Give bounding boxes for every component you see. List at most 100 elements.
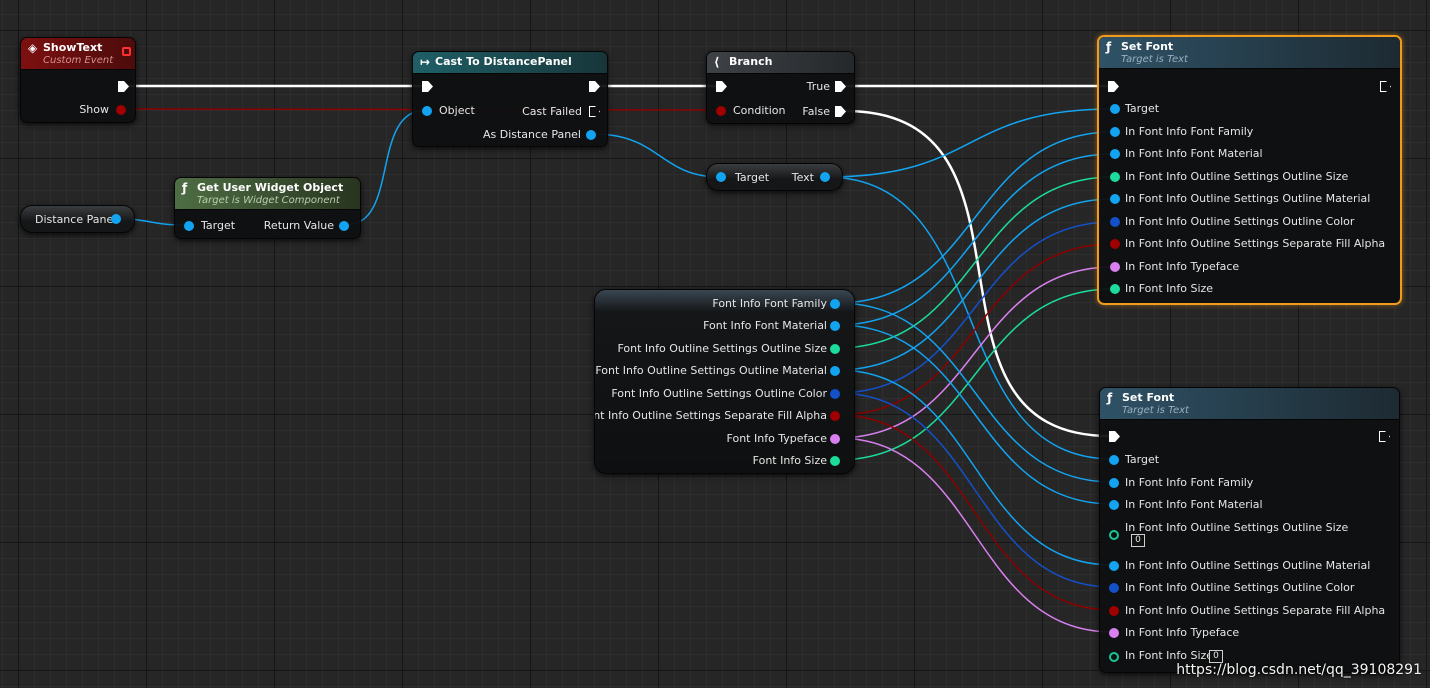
- wire-fill-alpha-1: [836, 243, 1114, 416]
- set-font-2-family-pin[interactable]: [1109, 478, 1119, 488]
- wire-size-1: [836, 288, 1114, 461]
- cast-exec-in-pin[interactable]: [422, 81, 433, 92]
- event-diamond-icon: ◈: [28, 41, 38, 55]
- show-bool-pin[interactable]: [116, 105, 126, 115]
- distance-panel-label: Distance Panel: [35, 213, 117, 226]
- break-outline-color-pin[interactable]: [830, 389, 840, 399]
- break-pin-label: Font Info Typeface: [726, 432, 827, 445]
- set-font-1-subtitle: Target is Text: [1121, 54, 1188, 65]
- set-font-2-material-pin[interactable]: [1109, 500, 1119, 510]
- showtext-header[interactable]: ◈ ShowText Custom Event: [21, 38, 135, 70]
- set-font-1-pin-label: In Font Info Outline Settings Outline Ma…: [1125, 192, 1371, 205]
- set-font-2-size-pin[interactable]: [1109, 652, 1119, 662]
- set-font-2-header[interactable]: ƒ Set Font Target is Text: [1100, 388, 1399, 420]
- set-font-1-typeface-pin[interactable]: [1110, 262, 1120, 272]
- set-font-2-outline-size-input[interactable]: 0: [1131, 534, 1145, 547]
- set-font-1-pin-label: In Font Info Outline Settings Outline Si…: [1125, 170, 1349, 183]
- break-fill-alpha-pin[interactable]: [830, 411, 840, 421]
- set-font-1-exec-out-pin[interactable]: [1380, 81, 1391, 92]
- set-font-1-pin-label: In Font Info Font Material: [1125, 147, 1263, 160]
- get-widget-target-pin[interactable]: [184, 221, 194, 231]
- get-widget-subtitle: Target is Widget Component: [197, 195, 340, 206]
- branch-exec-in-pin[interactable]: [716, 81, 727, 92]
- wire-outline-color-1: [836, 221, 1114, 394]
- set-font-1-exec-in-pin[interactable]: [1108, 81, 1119, 92]
- set-font-1-family-pin[interactable]: [1110, 127, 1120, 137]
- set-font-2-exec-out-pin[interactable]: [1379, 431, 1390, 442]
- get-widget-return-pin[interactable]: [339, 221, 349, 231]
- text-getter-target-label: Target: [735, 171, 770, 184]
- wire-material-1: [836, 153, 1114, 326]
- wire-fill-alpha-2: [836, 414, 1114, 611]
- branch-title: Branch: [729, 55, 773, 68]
- get-widget-node[interactable]: ƒ Get User Widget Object Target is Widge…: [174, 177, 361, 239]
- cast-node[interactable]: ↦ Cast To DistancePanel Object Cast Fail…: [412, 51, 608, 147]
- set-font-1-fill-alpha-pin[interactable]: [1110, 239, 1120, 249]
- show-pin-label: Show: [79, 103, 109, 116]
- wire-outline-size-1: [836, 176, 1114, 349]
- set-font-2-target-pin[interactable]: [1109, 455, 1119, 465]
- wire-outline-material-2: [836, 369, 1114, 566]
- break-font-material-pin[interactable]: [830, 321, 840, 331]
- exec-out-pin[interactable]: [118, 81, 129, 92]
- set-font-1-pin-label: Target: [1125, 102, 1160, 115]
- wire-text-to-target1: [825, 108, 1114, 178]
- watermark: https://blog.csdn.net/qq_39108291: [1176, 662, 1422, 678]
- text-getter-target-pin[interactable]: [716, 172, 726, 182]
- set-font-2-pin-label: In Font Info Outline Settings Outline Si…: [1125, 521, 1349, 534]
- branch-condition-pin[interactable]: [716, 106, 726, 116]
- cast-arrow-icon: ↦: [420, 55, 431, 69]
- set-font-2-fill-alpha-pin[interactable]: [1109, 606, 1119, 616]
- set-font-1-material-pin[interactable]: [1110, 149, 1120, 159]
- branch-node[interactable]: ⟨ Branch True Condition False: [706, 51, 855, 124]
- cast-as-pin[interactable]: [586, 130, 596, 140]
- set-font-node-1[interactable]: ƒ Set Font Target is Text Target In Font…: [1097, 35, 1402, 305]
- set-font-2-outline-material-pin[interactable]: [1109, 561, 1119, 571]
- set-font-1-header[interactable]: ƒ Set Font Target is Text: [1099, 37, 1400, 69]
- branch-true-pin[interactable]: [835, 81, 846, 92]
- set-font-1-pin-label: In Font Info Typeface: [1125, 260, 1240, 273]
- set-font-1-size-pin[interactable]: [1110, 284, 1120, 294]
- showtext-subtitle: Custom Event: [43, 55, 114, 66]
- branch-false-pin[interactable]: [835, 106, 846, 117]
- distance-panel-getter-node[interactable]: Distance Panel: [20, 205, 135, 233]
- cast-header[interactable]: ↦ Cast To DistancePanel: [413, 52, 607, 74]
- set-font-2-outline-color-pin[interactable]: [1109, 583, 1119, 593]
- text-getter-text-pin[interactable]: [820, 172, 830, 182]
- set-font-1-target-pin[interactable]: [1110, 104, 1120, 114]
- break-outline-material-pin[interactable]: [830, 366, 840, 376]
- break-outline-size-pin[interactable]: [830, 344, 840, 354]
- set-font-2-pin-label: In Font Info Typeface: [1125, 626, 1240, 639]
- set-font-node-2[interactable]: ƒ Set Font Target is Text Target In Font…: [1099, 387, 1400, 673]
- wire-family-1: [836, 131, 1114, 304]
- cast-title: Cast To DistancePanel: [435, 55, 572, 68]
- distance-panel-pin[interactable]: [111, 214, 121, 224]
- wire-text-to-target2: [825, 176, 1114, 460]
- wire-typeface-1: [836, 266, 1114, 439]
- function-icon: ƒ: [1106, 40, 1112, 54]
- break-font-family-pin[interactable]: [830, 299, 840, 309]
- set-font-2-exec-in-pin[interactable]: [1109, 431, 1120, 442]
- break-typeface-pin[interactable]: [830, 434, 840, 444]
- break-font-info-node[interactable]: Font Info Font Family Font Info Font Mat…: [594, 289, 855, 474]
- cast-failed-exec-pin[interactable]: [589, 106, 600, 117]
- set-font-1-pin-label: In Font Info Font Family: [1125, 125, 1254, 138]
- get-widget-header[interactable]: ƒ Get User Widget Object Target is Widge…: [175, 178, 360, 210]
- set-font-1-outline-color-pin[interactable]: [1110, 217, 1120, 227]
- branch-condition-label: Condition: [733, 104, 786, 117]
- set-font-1-outline-material-pin[interactable]: [1110, 194, 1120, 204]
- showtext-event-node[interactable]: ◈ ShowText Custom Event Show: [20, 37, 136, 123]
- showtext-title: ShowText: [43, 41, 103, 54]
- set-font-2-typeface-pin[interactable]: [1109, 628, 1119, 638]
- function-icon: ƒ: [182, 181, 188, 195]
- set-font-1-outline-size-pin[interactable]: [1110, 172, 1120, 182]
- branch-header[interactable]: ⟨ Branch: [707, 52, 854, 74]
- text-getter-node[interactable]: Target Text: [706, 163, 843, 191]
- set-font-2-pin-label: In Font Info Outline Settings Outline Co…: [1125, 581, 1355, 594]
- set-font-2-outline-size-pin[interactable]: [1109, 530, 1119, 540]
- cast-exec-out-pin[interactable]: [589, 81, 600, 92]
- break-size-pin[interactable]: [830, 456, 840, 466]
- cast-object-pin[interactable]: [422, 106, 432, 116]
- wire-material-2: [836, 324, 1114, 505]
- delegate-pin-icon[interactable]: [122, 47, 131, 56]
